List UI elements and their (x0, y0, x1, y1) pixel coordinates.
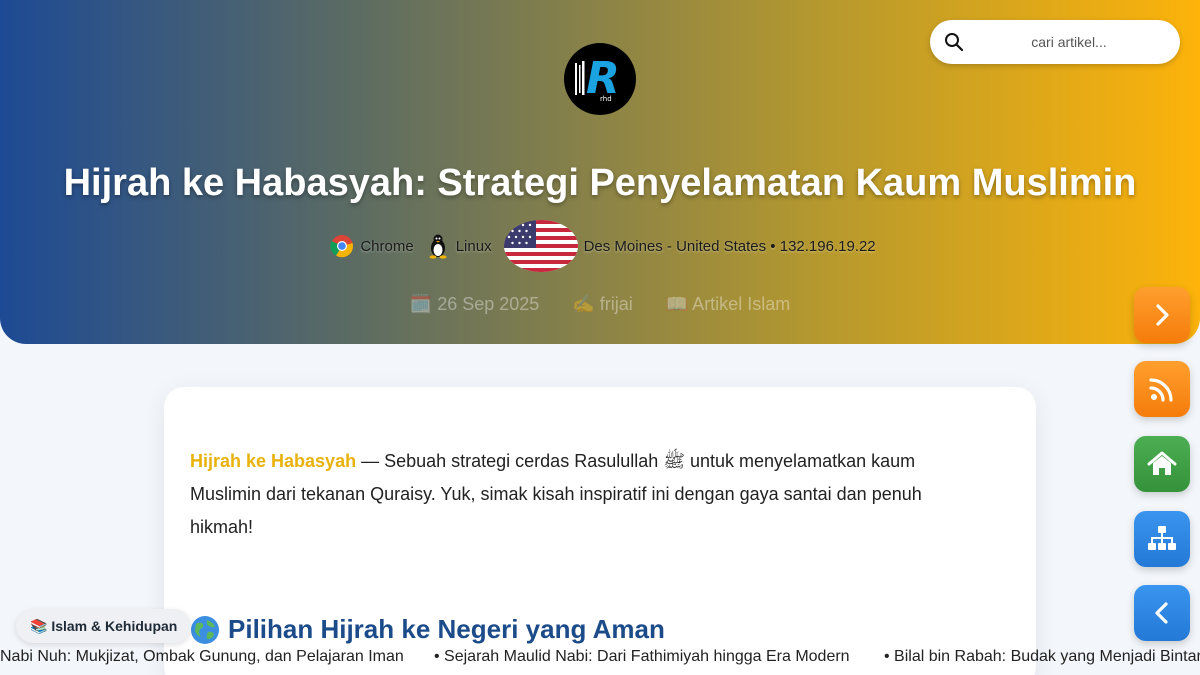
hero-header: R rhd Hijrah ke Habasyah: Strategi Penye… (0, 0, 1200, 344)
rss-icon (1149, 378, 1173, 402)
rss-button[interactable] (1134, 361, 1190, 417)
post-date: 🗓️ 26 Sep 2025 (409, 294, 540, 314)
sitemap-button[interactable] (1134, 511, 1190, 567)
section-heading: Pilihan Hijrah ke Negeri yang Aman (190, 614, 665, 645)
os-info: Linux (426, 233, 492, 259)
linux-icon (429, 234, 447, 259)
ticker-item[interactable]: • Bilal bin Rabah: Budak yang Menjadi Bi… (884, 648, 1200, 666)
globe-icon (191, 615, 219, 644)
site-logo[interactable]: R rhd (564, 43, 636, 115)
chevron-right-icon (1156, 304, 1169, 326)
os-label: Linux (455, 237, 492, 255)
visitor-info: Chrome Linux Des Moines - United States … (0, 218, 1200, 274)
article-intro: Hijrah ke Habasyah — Sebuah strategi cer… (190, 445, 980, 544)
post-category[interactable]: 📖 Artikel Islam (666, 294, 790, 314)
prev-button[interactable] (1134, 585, 1190, 641)
news-ticker: Nabi Nuh: Mukjizat, Ombak Gunung, dan Pe… (0, 646, 1200, 670)
search-box[interactable] (930, 20, 1180, 64)
svg-text:rhd: rhd (600, 95, 612, 103)
search-input[interactable] (974, 28, 1164, 56)
chrome-icon (330, 235, 354, 258)
intro-highlight: Hijrah ke Habasyah (190, 451, 357, 471)
search-icon (945, 33, 964, 52)
section-heading-text: Pilihan Hijrah ke Negeri yang Aman (228, 614, 665, 644)
home-icon (1147, 451, 1177, 475)
logo-mark-icon: R rhd (566, 45, 634, 113)
home-button[interactable] (1134, 436, 1190, 492)
post-author[interactable]: ✍️ frijai (572, 294, 632, 314)
article-meta: 🗓️ 26 Sep 2025 ✍️ frijai 📖 Artikel Islam (0, 294, 1200, 315)
ticker-item[interactable]: Nabi Nuh: Mukjizat, Ombak Gunung, dan Pe… (0, 648, 404, 666)
location-label: Des Moines - United States • 132.196.19.… (583, 237, 876, 255)
sitemap-icon (1148, 526, 1176, 550)
browser-label: Chrome (360, 237, 414, 255)
article-title: Hijrah ke Habasyah: Strategi Penyelamata… (63, 162, 1137, 204)
category-chip[interactable]: 📚 Islam & Kehidupan (16, 609, 192, 643)
us-flag-icon (503, 220, 578, 272)
ticker-item[interactable]: • Sejarah Maulid Nabi: Dari Fathimiyah h… (434, 648, 850, 666)
chevron-left-icon (1155, 602, 1168, 624)
browser-info: Chrome (330, 234, 414, 258)
next-button[interactable] (1134, 287, 1190, 343)
